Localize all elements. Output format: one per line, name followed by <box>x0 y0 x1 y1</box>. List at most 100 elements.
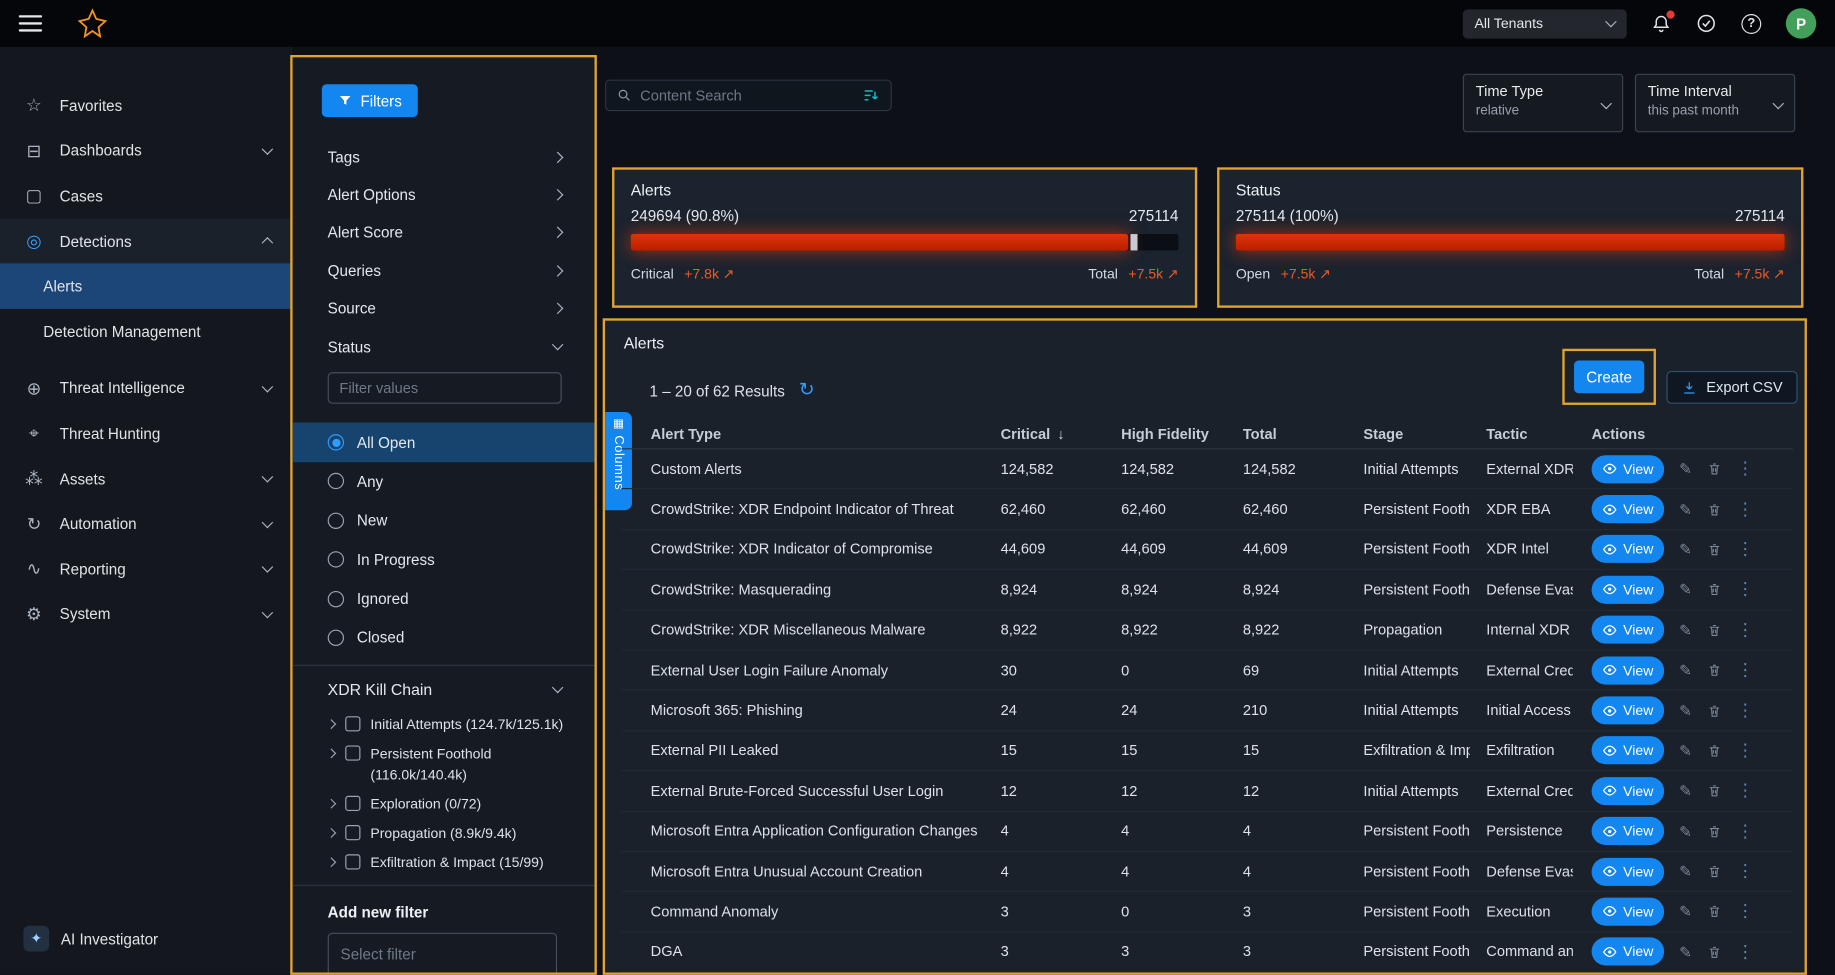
edit-icon[interactable]: ✎ <box>1679 622 1692 637</box>
status-option[interactable]: Any <box>293 462 595 501</box>
table-row[interactable]: Command Anomaly 3 0 3 Persistent Footh E… <box>621 892 1792 932</box>
more-options-icon[interactable]: ⋮ <box>1736 661 1754 679</box>
notifications-bell-icon[interactable] <box>1651 13 1671 33</box>
table-row[interactable]: External User Login Failure Anomaly 30 0… <box>621 651 1792 691</box>
sidebar-item[interactable]: ↻ Automation <box>0 501 293 546</box>
view-button[interactable]: View <box>1592 817 1664 845</box>
kill-chain-option[interactable]: Propagation (8.9k/9.4k) <box>293 819 595 848</box>
table-row[interactable]: CrowdStrike: XDR Indicator of Compromise… <box>621 530 1792 570</box>
more-options-icon[interactable]: ⋮ <box>1736 621 1754 639</box>
table-row[interactable]: CrowdStrike: Masquerading 8,924 8,924 8,… <box>621 570 1792 610</box>
edit-icon[interactable]: ✎ <box>1679 703 1692 718</box>
time-interval-dropdown[interactable]: Time Interval this past month <box>1635 74 1795 133</box>
delete-icon[interactable] <box>1707 502 1721 517</box>
sidebar-item-ai-investigator[interactable]: ✦ AI Investigator <box>0 916 293 960</box>
sidebar-item[interactable]: ⊟ Dashboards <box>0 128 293 173</box>
table-row[interactable]: Custom Alerts 124,582 124,582 124,582 In… <box>621 449 1792 489</box>
filter-group[interactable]: Queries <box>293 252 595 290</box>
kill-chain-option[interactable]: Initial Attempts (124.7k/125.1k) <box>293 710 595 739</box>
sidebar-item[interactable]: Detection Management <box>0 309 293 354</box>
edit-icon[interactable]: ✎ <box>1679 502 1692 517</box>
more-options-icon[interactable]: ⋮ <box>1736 541 1754 559</box>
view-button[interactable]: View <box>1592 857 1664 885</box>
tasks-check-icon[interactable] <box>1696 13 1717 34</box>
delete-icon[interactable] <box>1707 582 1721 597</box>
delete-icon[interactable] <box>1707 783 1721 798</box>
time-type-dropdown[interactable]: Time Type relative <box>1463 74 1623 133</box>
column-header-high-fidelity[interactable]: High Fidelity <box>1105 425 1227 441</box>
expand-chevron-icon[interactable] <box>326 720 335 729</box>
kill-chain-option[interactable]: Persistent Foothold (116.0k/140.4k) <box>293 739 595 789</box>
edit-icon[interactable]: ✎ <box>1679 944 1692 959</box>
filter-group-xdr-kill-chain[interactable]: XDR Kill Chain <box>293 671 595 710</box>
status-option[interactable]: Ignored <box>293 579 595 618</box>
table-row[interactable]: CrowdStrike: XDR Miscellaneous Malware 8… <box>621 610 1792 650</box>
edit-icon[interactable]: ✎ <box>1679 582 1692 597</box>
column-header-stage[interactable]: Stage <box>1347 425 1470 441</box>
delete-icon[interactable] <box>1707 461 1721 476</box>
table-row[interactable]: Microsoft Entra Unusual Account Creation… <box>621 852 1792 892</box>
column-header-tactic[interactable]: Tactic <box>1470 425 1573 441</box>
checkbox-icon[interactable] <box>345 796 360 811</box>
status-option[interactable]: In Progress <box>293 540 595 579</box>
expand-chevron-icon[interactable] <box>326 749 335 758</box>
more-options-icon[interactable]: ⋮ <box>1736 943 1754 961</box>
content-search-input[interactable] <box>640 87 854 103</box>
filter-values-input[interactable] <box>328 373 562 405</box>
delete-icon[interactable] <box>1707 864 1721 879</box>
view-button[interactable]: View <box>1592 455 1664 483</box>
create-button[interactable]: Create <box>1574 360 1644 393</box>
status-option[interactable]: Closed <box>293 618 595 657</box>
filters-button[interactable]: Filters <box>322 84 418 117</box>
expand-chevron-icon[interactable] <box>326 829 335 838</box>
filter-group[interactable]: Alert Score <box>293 214 595 252</box>
more-options-icon[interactable]: ⋮ <box>1736 581 1754 599</box>
avatar[interactable]: P <box>1786 8 1816 38</box>
delete-icon[interactable] <box>1707 663 1721 678</box>
kill-chain-option[interactable]: Exploration (0/72) <box>293 790 595 819</box>
filter-group[interactable]: Source <box>293 290 595 328</box>
kill-chain-option[interactable]: Exfiltration & Impact (15/99) <box>293 848 595 877</box>
app-logo-icon[interactable] <box>77 8 107 38</box>
expand-chevron-icon[interactable] <box>326 858 335 867</box>
column-header-critical[interactable]: Critical↓ <box>984 425 1105 441</box>
table-row[interactable]: External PII Leaked 15 15 15 Exfiltratio… <box>621 731 1792 771</box>
more-options-icon[interactable]: ⋮ <box>1736 903 1754 921</box>
view-button[interactable]: View <box>1592 696 1664 724</box>
column-header-total[interactable]: Total <box>1226 425 1347 441</box>
select-filter-dropdown[interactable]: Select filter <box>328 932 557 974</box>
view-button[interactable]: View <box>1592 616 1664 644</box>
sidebar-item[interactable]: ⌖ Threat Hunting <box>0 411 293 456</box>
sidebar-item[interactable]: ◎ Detections <box>0 219 293 264</box>
more-options-icon[interactable]: ⋮ <box>1736 742 1754 760</box>
edit-icon[interactable]: ✎ <box>1679 824 1692 839</box>
checkbox-icon[interactable] <box>345 746 360 761</box>
view-button[interactable]: View <box>1592 576 1664 604</box>
edit-icon[interactable]: ✎ <box>1679 783 1692 798</box>
view-button[interactable]: View <box>1592 777 1664 805</box>
table-row[interactable]: CrowdStrike: XDR Endpoint Indicator of T… <box>621 490 1792 530</box>
edit-icon[interactable]: ✎ <box>1679 743 1692 758</box>
view-button[interactable]: View <box>1592 656 1664 684</box>
sidebar-item[interactable]: ⁂ Assets <box>0 456 293 501</box>
delete-icon[interactable] <box>1707 542 1721 557</box>
more-options-icon[interactable]: ⋮ <box>1736 702 1754 720</box>
sidebar-item[interactable]: ∿ Reporting <box>0 546 293 591</box>
status-option[interactable]: New <box>293 501 595 540</box>
table-row[interactable]: External Brute-Forced Successful User Lo… <box>621 771 1792 811</box>
sidebar-item[interactable]: ☆ Favorites <box>0 83 293 128</box>
edit-icon[interactable]: ✎ <box>1679 904 1692 919</box>
filter-group[interactable]: Alert Options <box>293 176 595 214</box>
edit-icon[interactable]: ✎ <box>1679 542 1692 557</box>
filter-group[interactable]: Tags <box>293 138 595 176</box>
menu-icon[interactable] <box>19 15 42 31</box>
more-options-icon[interactable]: ⋮ <box>1736 460 1754 478</box>
table-row[interactable]: Microsoft 365: Phishing 24 24 210 Initia… <box>621 691 1792 731</box>
sidebar-item[interactable]: Alerts <box>0 264 293 309</box>
view-button[interactable]: View <box>1592 938 1664 966</box>
edit-icon[interactable]: ✎ <box>1679 461 1692 476</box>
more-options-icon[interactable]: ⋮ <box>1736 500 1754 518</box>
table-row[interactable]: DGA 3 3 3 Persistent Footh Command and C… <box>621 932 1792 972</box>
view-button[interactable]: View <box>1592 495 1664 523</box>
refresh-icon[interactable]: ↻ <box>799 382 815 401</box>
